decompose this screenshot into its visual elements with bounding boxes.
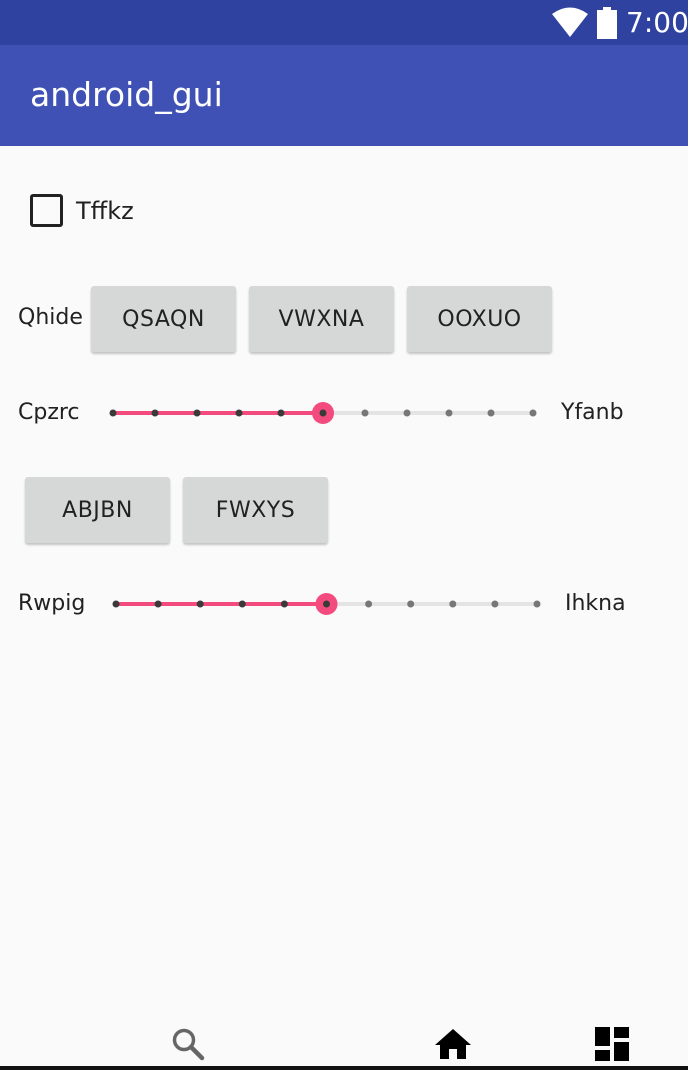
slider-tick xyxy=(109,409,117,417)
slider-tick xyxy=(151,409,159,417)
abjbn-button[interactable]: ABJBN xyxy=(25,477,170,543)
app-bar: android_gui xyxy=(0,45,688,146)
slider-tick xyxy=(235,409,243,417)
rwpig-slider[interactable] xyxy=(112,589,541,619)
slider-tick xyxy=(277,409,285,417)
navigation-bar xyxy=(0,1018,688,1070)
slider-tick xyxy=(196,600,204,608)
slider-tick xyxy=(238,600,246,608)
slider2-left-label: Rwpig xyxy=(18,591,86,616)
vwxna-button[interactable]: VWXNA xyxy=(249,286,394,352)
status-time: 7:00 xyxy=(626,6,688,39)
status-bar: 7:00 xyxy=(0,0,688,45)
slider-tick xyxy=(407,600,415,608)
slider-tick xyxy=(491,600,499,608)
slider-tick xyxy=(533,600,541,608)
slider-tick xyxy=(154,600,162,608)
checkbox-label: Tffkz xyxy=(76,197,134,225)
row1-label: Qhide xyxy=(18,305,83,330)
recents-icon[interactable] xyxy=(595,1027,629,1065)
slider2-right-label: Ihkna xyxy=(565,591,626,616)
checkbox-box[interactable] xyxy=(30,194,63,227)
slider-tick xyxy=(529,409,537,417)
nav-bar-edge xyxy=(0,1066,688,1070)
battery-icon xyxy=(597,7,617,43)
slider-tick xyxy=(487,409,495,417)
wifi-icon xyxy=(552,7,588,41)
slider1-left-label: Cpzrc xyxy=(18,400,80,425)
fwxys-button[interactable]: FWXYS xyxy=(183,477,328,543)
slider-tick xyxy=(280,600,288,608)
slider-tick xyxy=(403,409,411,417)
slider-thumb-tick xyxy=(323,600,330,608)
cpzrc-slider[interactable] xyxy=(109,398,537,428)
ooxuo-button[interactable]: OOXUO xyxy=(407,286,552,352)
qsaqn-button[interactable]: QSAQN xyxy=(91,286,236,352)
slider-tick xyxy=(445,409,453,417)
home-icon[interactable] xyxy=(434,1028,472,1064)
slider-tick xyxy=(449,600,457,608)
app-title: android_gui xyxy=(30,75,223,114)
slider1-right-label: Yfanb xyxy=(561,400,624,425)
slider-tick xyxy=(361,409,369,417)
slider-tick xyxy=(112,600,120,608)
slider-tick xyxy=(193,409,201,417)
slider-thumb-tick xyxy=(319,409,327,417)
slider-tick xyxy=(365,600,373,608)
search-icon[interactable] xyxy=(171,1027,205,1065)
